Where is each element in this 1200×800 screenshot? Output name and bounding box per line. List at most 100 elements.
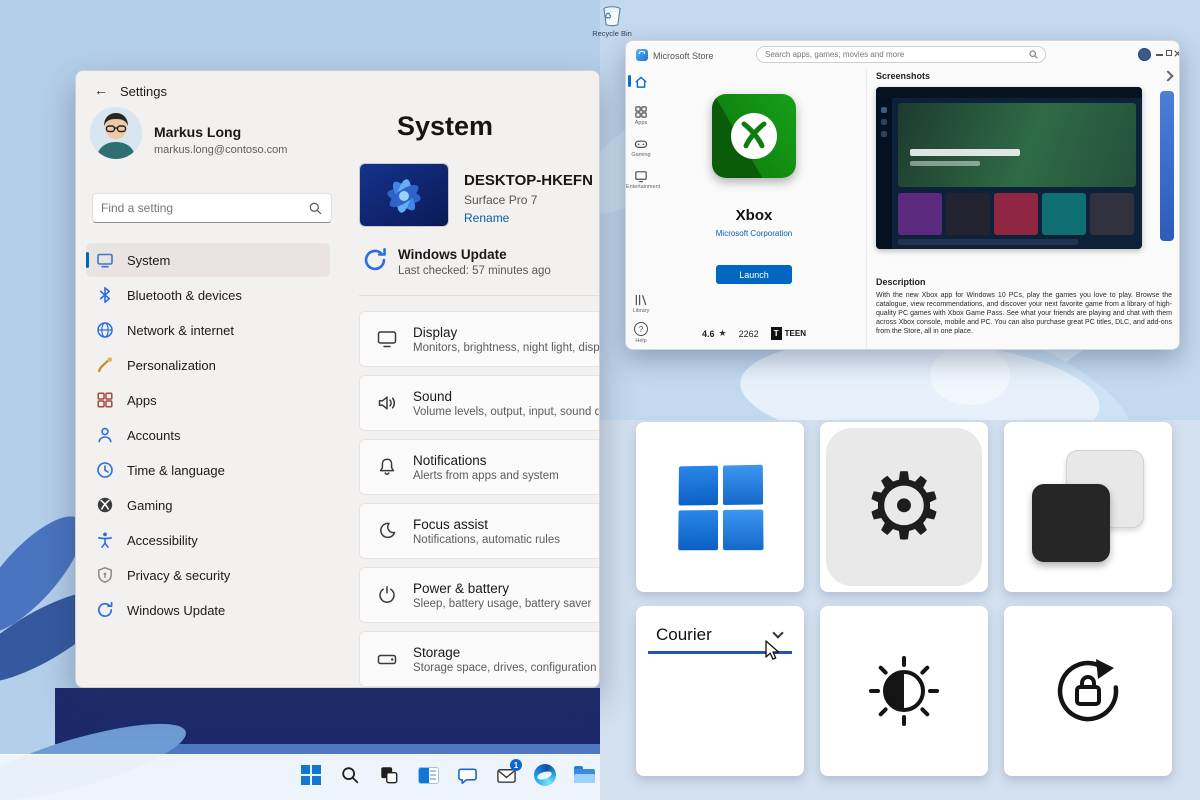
launch-button[interactable]: Launch bbox=[716, 265, 792, 284]
minimize-icon[interactable] bbox=[1156, 54, 1163, 56]
chevron-right-icon[interactable] bbox=[1162, 70, 1173, 81]
mouse-cursor-icon bbox=[762, 640, 784, 664]
store-window: Microsoft Store Apps Gaming Entertainmen… bbox=[625, 40, 1180, 350]
tile-theme-contrast[interactable] bbox=[1004, 422, 1172, 592]
setting-card-power-battery[interactable]: Power & batterySleep, battery usage, bat… bbox=[359, 567, 600, 623]
accessibility-icon bbox=[96, 531, 114, 549]
sidebar-item-accounts[interactable]: Accounts bbox=[86, 418, 330, 452]
folder-icon bbox=[574, 766, 595, 784]
tile-settings-gear[interactable]: ⚙ bbox=[820, 422, 988, 592]
sidebar-label: Accounts bbox=[127, 428, 180, 443]
sidebar-label: Privacy & security bbox=[127, 568, 230, 583]
store-window-title: Microsoft Store bbox=[653, 51, 714, 61]
device-name: DESKTOP-HKEFN bbox=[464, 172, 593, 189]
sidebar-item-personalization[interactable]: Personalization bbox=[86, 348, 330, 382]
rail-label-library[interactable]: Library bbox=[626, 308, 656, 314]
rail-label-gaming[interactable]: Gaming bbox=[626, 152, 656, 158]
card-subtitle: Monitors, brightness, night light, displ… bbox=[413, 342, 600, 354]
search-icon bbox=[309, 202, 322, 215]
search-button[interactable] bbox=[337, 762, 363, 788]
card-subtitle: Storage space, drives, configuration rul… bbox=[413, 662, 600, 674]
user-avatar[interactable] bbox=[90, 107, 142, 159]
screenshot-image-partial[interactable] bbox=[1160, 91, 1174, 241]
widgets-button[interactable] bbox=[415, 762, 441, 788]
chat-button[interactable] bbox=[454, 762, 480, 788]
gaming-rail-icon[interactable] bbox=[634, 137, 648, 151]
sidebar-item-privacy-security[interactable]: Privacy & security bbox=[86, 558, 330, 592]
mail-button[interactable]: 1 bbox=[493, 762, 519, 788]
rail-label-entertainment[interactable]: Entertainment bbox=[626, 184, 656, 190]
search-icon bbox=[340, 765, 360, 785]
task-view-button[interactable] bbox=[376, 762, 402, 788]
sidebar-label: Personalization bbox=[127, 358, 216, 373]
desktop: ♻ Recycle Bin ← Settings Markus Long mar… bbox=[0, 0, 1200, 800]
close-icon[interactable] bbox=[1174, 50, 1180, 57]
windows-logo-icon bbox=[678, 465, 762, 549]
setting-card-storage[interactable]: StorageStorage space, drives, configurat… bbox=[359, 631, 600, 687]
setting-card-notifications[interactable]: NotificationsAlerts from apps and system bbox=[359, 439, 600, 495]
setting-card-display[interactable]: Display Monitors, brightness, night light… bbox=[359, 311, 600, 367]
apps-grid-icon bbox=[96, 391, 114, 409]
home-icon[interactable] bbox=[634, 75, 648, 89]
paintbrush-icon bbox=[96, 356, 114, 374]
sidebar-item-bluetooth-devices[interactable]: Bluetooth & devices bbox=[86, 278, 330, 312]
rail-label-apps[interactable]: Apps bbox=[626, 120, 656, 126]
rename-link[interactable]: Rename bbox=[464, 211, 509, 225]
start-button[interactable] bbox=[298, 762, 324, 788]
account-avatar[interactable] bbox=[1138, 48, 1151, 61]
tile-rotation-lock[interactable] bbox=[1004, 606, 1172, 776]
esrb-letter: T bbox=[771, 327, 782, 340]
apps-rail-icon[interactable] bbox=[634, 105, 648, 119]
card-title: Focus assist bbox=[413, 517, 560, 532]
age-rating-badge: T TEEN bbox=[771, 327, 806, 340]
sidebar-item-accessibility[interactable]: Accessibility bbox=[86, 523, 330, 557]
tile-windows-logo[interactable] bbox=[636, 422, 804, 592]
sidebar-item-time-language[interactable]: Time & language bbox=[86, 453, 330, 487]
back-button[interactable]: ← bbox=[94, 82, 108, 98]
update-title: Windows Update bbox=[398, 247, 507, 262]
sidebar-label: Apps bbox=[127, 393, 157, 408]
product-publisher[interactable]: Microsoft Corporation bbox=[654, 229, 854, 238]
gear-icon: ⚙ bbox=[863, 461, 945, 553]
maximize-icon[interactable] bbox=[1166, 50, 1172, 56]
user-email: markus.long@contoso.com bbox=[154, 144, 287, 156]
sidebar-item-windows-update[interactable]: Windows Update bbox=[86, 593, 330, 627]
sidebar-item-gaming[interactable]: Gaming bbox=[86, 488, 330, 522]
product-meta-row: 4.6 ★ 2262 T TEEN bbox=[644, 327, 864, 340]
setting-card-focus-assist[interactable]: Focus assistNotifications, automatic rul… bbox=[359, 503, 600, 559]
sidebar-item-system[interactable]: System bbox=[86, 243, 330, 277]
shield-icon bbox=[96, 566, 114, 584]
device-model: Surface Pro 7 bbox=[464, 193, 537, 207]
store-app-icon bbox=[636, 49, 648, 61]
taskbar-icons: 1 bbox=[298, 762, 597, 788]
library-rail-icon[interactable] bbox=[634, 293, 648, 307]
screenshots-title: Screenshots bbox=[876, 71, 930, 81]
card-title: Display bbox=[413, 325, 600, 340]
user-avatar-image bbox=[90, 107, 142, 159]
sidebar-label: Bluetooth & devices bbox=[127, 288, 242, 303]
store-search-input[interactable] bbox=[757, 50, 1029, 59]
settings-window-title: Settings bbox=[120, 84, 167, 99]
store-search-box[interactable] bbox=[756, 46, 1046, 63]
setting-card-sound[interactable]: SoundVolume levels, output, input, sound… bbox=[359, 375, 600, 431]
person-icon bbox=[96, 426, 114, 444]
product-name: Xbox bbox=[654, 207, 854, 224]
screenshot-image[interactable] bbox=[876, 87, 1142, 249]
tile-brightness[interactable] bbox=[820, 606, 988, 776]
xbox-icon bbox=[96, 496, 114, 514]
card-subtitle: Volume levels, output, input, sound devi bbox=[413, 406, 600, 418]
settings-search-input[interactable] bbox=[93, 201, 309, 215]
recycle-bin-shortcut[interactable]: ♻ Recycle Bin bbox=[582, 2, 642, 38]
settings-search-box[interactable] bbox=[92, 193, 332, 223]
task-view-icon bbox=[379, 765, 399, 785]
edge-button[interactable] bbox=[532, 762, 558, 788]
sidebar-item-network-internet[interactable]: Network & internet bbox=[86, 313, 330, 347]
gear-icon-backplate: ⚙ bbox=[826, 428, 982, 586]
entertainment-rail-icon[interactable] bbox=[634, 169, 648, 183]
sidebar-item-apps[interactable]: Apps bbox=[86, 383, 330, 417]
card-subtitle: Sleep, battery usage, battery saver bbox=[413, 598, 591, 610]
storage-icon bbox=[376, 648, 398, 670]
sidebar-label: System bbox=[127, 253, 170, 268]
age-rating: TEEN bbox=[785, 329, 806, 338]
file-explorer-button[interactable] bbox=[571, 762, 597, 788]
